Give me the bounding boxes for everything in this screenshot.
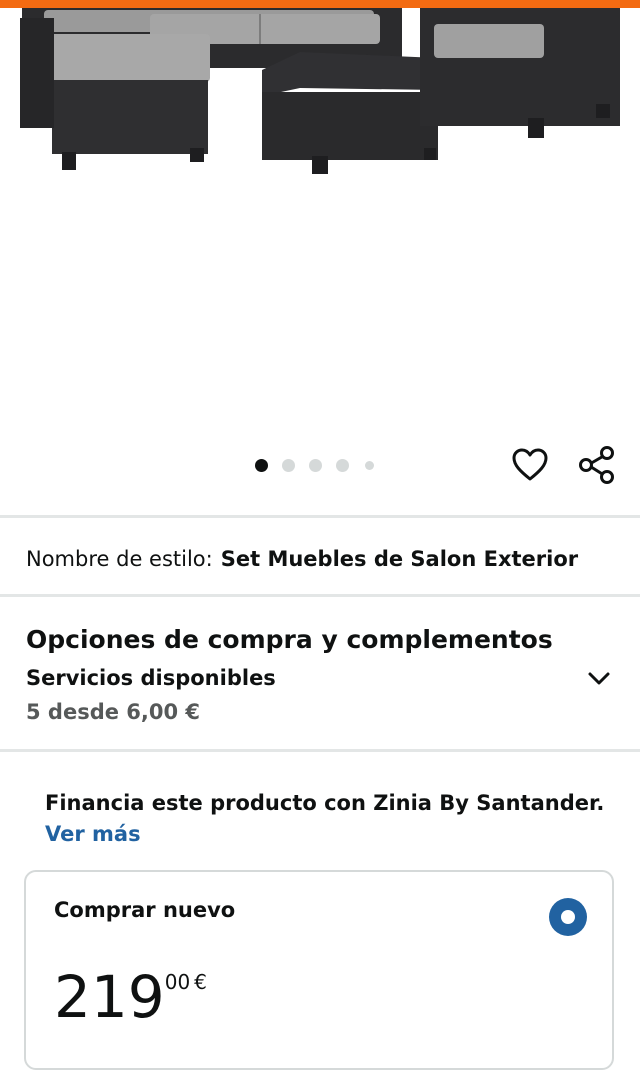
section-divider [0, 749, 640, 752]
top-accent-bar [0, 0, 640, 8]
chevron-down-icon[interactable] [586, 666, 612, 692]
gallery-dot-3[interactable] [309, 458, 322, 472]
buy-new-option-card[interactable]: Comprar nuevo 21900 € [24, 870, 614, 1070]
services-available-label: Servicios disponibles [26, 666, 276, 690]
financing-text: Financia este producto con Zinia By Sant… [45, 791, 605, 815]
financing-more-link[interactable]: Ver más [45, 820, 141, 848]
share-icon[interactable] [576, 444, 618, 486]
heart-icon[interactable] [510, 445, 550, 485]
gallery-dot-2[interactable] [282, 458, 295, 472]
gallery-dot-5[interactable] [365, 460, 374, 470]
price-fraction: 00 [164, 970, 191, 994]
buy-new-label: Comprar nuevo [54, 898, 236, 922]
purchase-options-title: Opciones de compra y complementos [26, 625, 553, 654]
price-whole: 219 [54, 963, 165, 1031]
style-name-value: Set Muebles de Salon Exterior [220, 547, 579, 571]
price-currency: € [194, 970, 207, 994]
buy-new-radio[interactable] [549, 898, 587, 936]
style-name-row: Nombre de estilo: Set Muebles de Salon Ex… [26, 545, 578, 573]
gallery-pagination[interactable] [255, 456, 388, 474]
radio-selected-indicator [561, 910, 575, 924]
product-image-garden-furniture[interactable] [0, 8, 640, 198]
services-price: 5 desde 6,00 € [26, 700, 201, 724]
buy-new-price: 21900 € [54, 968, 207, 1026]
gallery-dot-4[interactable] [336, 458, 349, 472]
style-name-label: Nombre de estilo: [26, 547, 213, 571]
section-divider [0, 594, 640, 597]
gallery-dot-1[interactable] [255, 458, 268, 472]
section-divider [0, 515, 640, 518]
product-image-gallery[interactable] [0, 8, 640, 508]
